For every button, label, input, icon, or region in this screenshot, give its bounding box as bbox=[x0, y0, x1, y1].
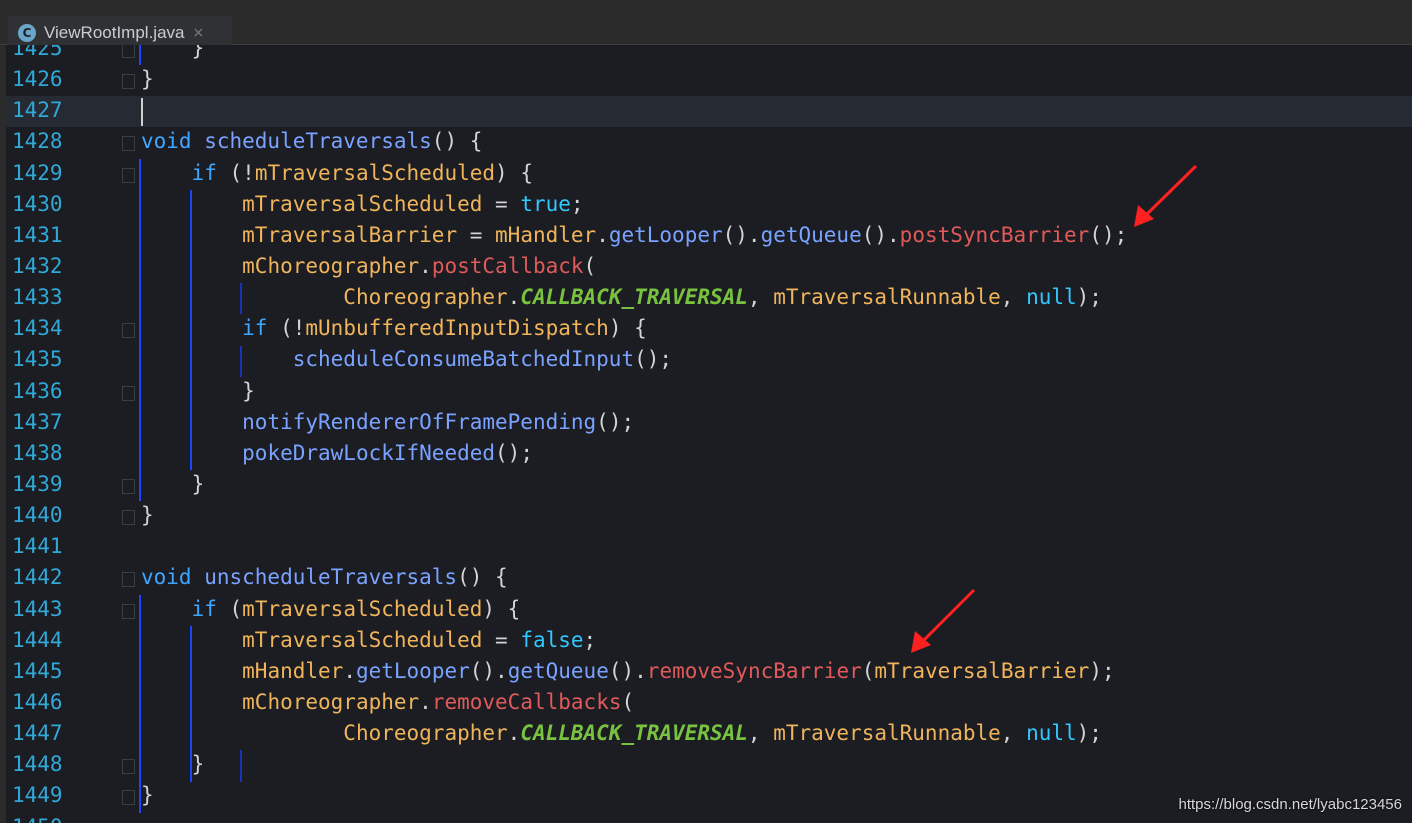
code-line-1448[interactable]: 1448 } bbox=[6, 750, 1412, 781]
code-text: } bbox=[141, 471, 205, 496]
tab-label: ViewRootImpl.java bbox=[44, 23, 185, 42]
code-line-1439[interactable]: 1439 } bbox=[6, 470, 1412, 501]
line-number[interactable]: 1449 bbox=[12, 783, 63, 807]
line-number[interactable]: 1448 bbox=[12, 752, 63, 776]
watermark: https://blog.csdn.net/lyabc123456 bbox=[1178, 796, 1403, 813]
line-number[interactable]: 1450 bbox=[12, 815, 63, 823]
line-number[interactable]: 1442 bbox=[12, 565, 63, 589]
fold-marker-icon[interactable] bbox=[122, 603, 135, 619]
line-number[interactable]: 1426 bbox=[12, 67, 63, 91]
code-line-1436[interactable]: 1436 } bbox=[6, 377, 1412, 408]
editor-tab-bar: C ViewRootImpl.java × bbox=[0, 8, 1412, 53]
title-bar bbox=[0, 0, 1412, 8]
code-line-1429[interactable]: 1429 if (!mTraversalScheduled) { bbox=[6, 159, 1412, 190]
code-line-1441[interactable]: 1441 bbox=[6, 532, 1412, 563]
fold-marker-icon[interactable] bbox=[122, 74, 135, 90]
line-number[interactable]: 1437 bbox=[12, 410, 63, 434]
code-line-1445[interactable]: 1445 mHandler.getLooper().getQueue().rem… bbox=[6, 657, 1412, 688]
code-line-1426[interactable]: 1426} bbox=[6, 65, 1412, 96]
line-number[interactable]: 1446 bbox=[12, 690, 63, 714]
line-number[interactable]: 1445 bbox=[12, 659, 63, 683]
code-text: mChoreographer.removeCallbacks( bbox=[242, 689, 635, 714]
code-text: void unscheduleTraversals() { bbox=[141, 565, 508, 590]
code-text: if (mTraversalScheduled) { bbox=[191, 596, 521, 621]
line-number[interactable]: 1439 bbox=[12, 472, 63, 496]
code-text: mChoreographer.postCallback( bbox=[242, 253, 597, 278]
code-area[interactable]: 1425 } 1426} 1427 1428 void scheduleTraversa… bbox=[6, 45, 1412, 823]
code-line-1443[interactable]: 1443 if (mTraversalScheduled) { bbox=[6, 595, 1412, 626]
line-number[interactable]: 1425 bbox=[12, 45, 63, 60]
fold-marker-icon[interactable] bbox=[122, 790, 135, 806]
code-line-1446[interactable]: 1446 mChoreographer.removeCallbacks( bbox=[6, 688, 1412, 719]
code-text: } bbox=[141, 67, 154, 92]
fold-marker-icon[interactable] bbox=[122, 572, 135, 588]
code-line-1425[interactable]: 1425 } bbox=[6, 45, 1412, 65]
code-line-1437[interactable]: 1437 notifyRendererOfFramePending(); bbox=[6, 408, 1412, 439]
line-number[interactable]: 1427 bbox=[12, 98, 63, 122]
fold-marker-icon[interactable] bbox=[122, 759, 135, 775]
code-line-1450[interactable]: 1450 bbox=[6, 813, 1412, 823]
code-text: void scheduleTraversals() { bbox=[141, 129, 483, 154]
code-text: pokeDrawLockIfNeeded(); bbox=[242, 440, 533, 465]
line-number[interactable]: 1447 bbox=[12, 721, 63, 745]
text-caret bbox=[141, 98, 143, 127]
line-number[interactable]: 1430 bbox=[12, 192, 63, 216]
code-line-1432[interactable]: 1432 mChoreographer.postCallback( bbox=[6, 252, 1412, 283]
line-number[interactable]: 1433 bbox=[12, 285, 63, 309]
code-line-1428[interactable]: 1428 void scheduleTraversals() { bbox=[6, 127, 1412, 158]
code-text: mTraversalScheduled = true; bbox=[242, 191, 584, 216]
code-line-1427[interactable]: 1427 bbox=[6, 96, 1412, 128]
fold-marker-icon[interactable] bbox=[122, 323, 135, 339]
java-class-icon: C bbox=[18, 24, 36, 42]
line-number[interactable]: 1434 bbox=[12, 316, 63, 340]
fold-marker-icon[interactable] bbox=[122, 45, 135, 58]
line-number[interactable]: 1431 bbox=[12, 223, 63, 247]
line-number[interactable]: 1440 bbox=[12, 503, 63, 527]
fold-marker-icon[interactable] bbox=[122, 385, 135, 401]
fold-marker-icon[interactable] bbox=[122, 510, 135, 526]
line-number[interactable]: 1441 bbox=[12, 534, 63, 558]
line-number[interactable]: 1436 bbox=[12, 379, 63, 403]
code-text: } bbox=[141, 783, 154, 808]
code-line-1444[interactable]: 1444 mTraversalScheduled = false; bbox=[6, 626, 1412, 657]
code-text: scheduleConsumeBatchedInput(); bbox=[292, 347, 673, 372]
code-text: } bbox=[141, 503, 154, 528]
code-text: notifyRendererOfFramePending(); bbox=[242, 409, 635, 434]
code-text: if (!mTraversalScheduled) { bbox=[191, 160, 533, 185]
code-text: if (!mUnbufferedInputDispatch) { bbox=[242, 316, 647, 341]
code-line-1440[interactable]: 1440} bbox=[6, 501, 1412, 532]
close-icon[interactable]: × bbox=[192, 25, 204, 41]
line-number[interactable]: 1435 bbox=[12, 347, 63, 371]
line-number[interactable]: 1444 bbox=[12, 628, 63, 652]
line-number[interactable]: 1432 bbox=[12, 254, 63, 278]
line-number[interactable]: 1428 bbox=[12, 129, 63, 153]
code-text: mHandler.getLooper().getQueue().removeSy… bbox=[242, 658, 1115, 683]
fold-marker-icon[interactable] bbox=[122, 478, 135, 494]
code-editor[interactable]: 1425 } 1426} 1427 1428 void scheduleTraversa… bbox=[6, 45, 1412, 823]
code-line-1430[interactable]: 1430 mTraversalScheduled = true; bbox=[6, 190, 1412, 221]
code-line-1438[interactable]: 1438 pokeDrawLockIfNeeded(); bbox=[6, 439, 1412, 470]
line-number[interactable]: 1443 bbox=[12, 597, 63, 621]
code-text: } bbox=[141, 752, 205, 777]
fold-marker-icon[interactable] bbox=[122, 136, 135, 152]
code-text: } bbox=[141, 378, 255, 403]
code-text: mTraversalScheduled = false; bbox=[242, 627, 597, 652]
code-line-1442[interactable]: 1442 void unscheduleTraversals() { bbox=[6, 563, 1412, 594]
code-line-1434[interactable]: 1434 if (!mUnbufferedInputDispatch) { bbox=[6, 314, 1412, 345]
code-text: Choreographer.CALLBACK_TRAVERSAL, mTrave… bbox=[343, 285, 1102, 310]
line-number[interactable]: 1429 bbox=[12, 161, 63, 185]
fold-marker-icon[interactable] bbox=[122, 167, 135, 183]
code-line-1433[interactable]: 1433 Choreographer.CALLBACK_TRAVERSAL, m… bbox=[6, 283, 1412, 314]
code-text: } bbox=[141, 45, 205, 60]
code-text: Choreographer.CALLBACK_TRAVERSAL, mTrave… bbox=[343, 721, 1102, 746]
code-line-1447[interactable]: 1447 Choreographer.CALLBACK_TRAVERSAL, m… bbox=[6, 719, 1412, 750]
code-line-1431[interactable]: 1431 mTraversalBarrier = mHandler.getLoo… bbox=[6, 221, 1412, 252]
code-text: mTraversalBarrier = mHandler.getLooper()… bbox=[242, 222, 1128, 247]
code-line-1435[interactable]: 1435 scheduleConsumeBatchedInput(); bbox=[6, 345, 1412, 376]
line-number[interactable]: 1438 bbox=[12, 441, 63, 465]
